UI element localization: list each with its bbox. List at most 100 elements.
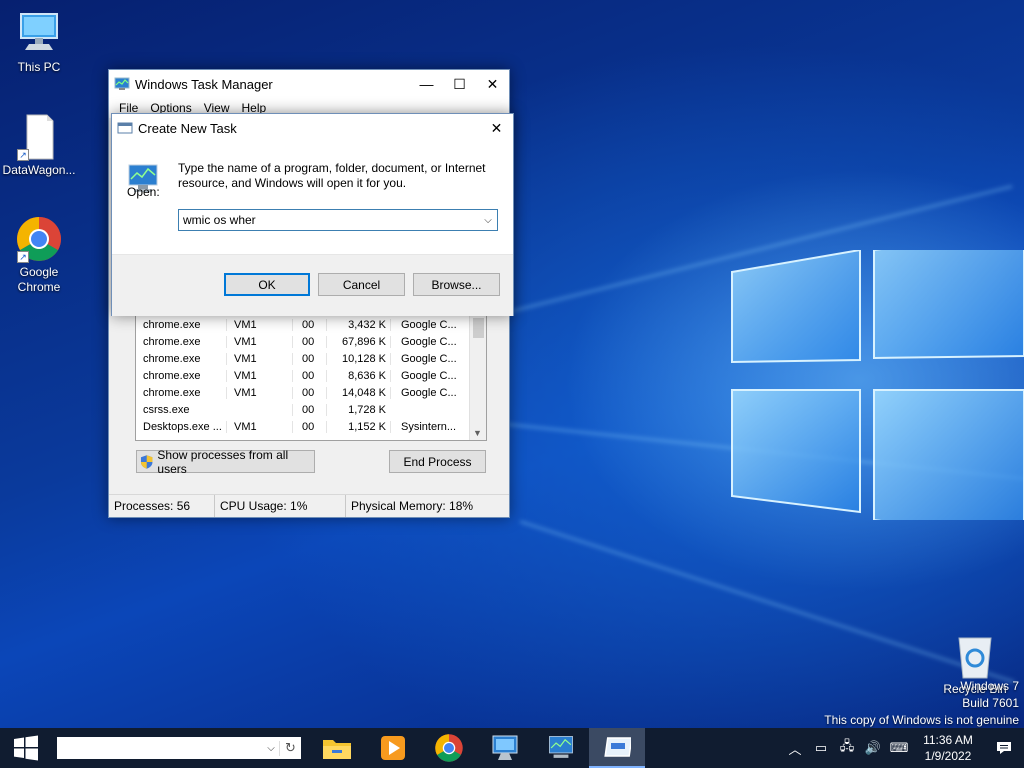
process-cpu: 00 [292, 420, 326, 433]
task-manager-icon [114, 77, 130, 90]
taskbar-address-box[interactable]: ⌵ ↻ [57, 737, 301, 759]
cancel-button[interactable]: Cancel [318, 273, 405, 296]
desktop-icon-google-chrome[interactable]: ↗ Google Chrome [0, 215, 78, 295]
task-manager-statusbar: Processes: 56 CPU Usage: 1% Physical Mem… [109, 494, 509, 517]
taskbar-clock[interactable]: 11:36 AM 1/9/2022 [912, 732, 984, 764]
chevron-down-icon[interactable]: ⌵ [263, 743, 279, 754]
recycle-bin-icon [951, 632, 999, 680]
taskbar-file-explorer[interactable] [309, 728, 365, 768]
desktop-icon-this-pc[interactable]: This PC [0, 10, 78, 75]
open-combobox[interactable]: ⌵ [178, 209, 498, 231]
browse-button[interactable]: Browse... [413, 273, 500, 296]
taskbar-remote-desktop[interactable] [477, 728, 533, 768]
notification-button[interactable] [984, 728, 1024, 768]
end-process-label: End Process [403, 454, 472, 469]
process-memory: 1,152 K [326, 420, 390, 433]
process-name: chrome.exe [143, 352, 201, 365]
process-memory: 1,728 K [326, 403, 390, 416]
dialog-description: Type the name of a program, folder, docu… [178, 161, 486, 190]
media-player-icon [381, 736, 405, 760]
shortcut-arrow-icon: ↗ [17, 149, 29, 161]
process-description: Google C... [390, 369, 466, 382]
show-all-processes-label: Show processes from all users [157, 447, 289, 476]
process-description: Google C... [390, 335, 466, 348]
process-cpu: 00 [292, 335, 326, 348]
process-cpu: 00 [292, 386, 326, 399]
ok-label: OK [258, 277, 276, 292]
windows-not-genuine-watermark: Windows 7 Build 7601 This copy of Window… [824, 678, 1019, 729]
action-center-small-icon[interactable]: ▭ [808, 740, 834, 756]
chevron-down-icon[interactable]: ⌵ [479, 215, 497, 226]
taskbar-media-player[interactable] [365, 728, 421, 768]
process-description: Sysintern... [390, 420, 466, 433]
desktop-icon-datawagon[interactable]: ↗ DataWagon... [0, 113, 78, 178]
process-name: chrome.exe [143, 335, 201, 348]
process-user: VM1 [226, 369, 292, 382]
process-cpu: 00 [292, 318, 326, 331]
table-row[interactable]: chrome.exe VM1 00 67,896 K Google C... [136, 333, 486, 350]
start-button[interactable] [0, 728, 52, 768]
table-row[interactable]: csrss.exe 00 1,728 K [136, 401, 486, 418]
taskbar-run-dialog[interactable] [589, 728, 645, 768]
watermark-line: Build 7601 [962, 696, 1019, 710]
process-cpu: 00 [292, 352, 326, 365]
scroll-down-arrow-icon[interactable]: ▼ [473, 428, 482, 438]
windows-start-icon [14, 735, 38, 761]
create-new-task-titlebar[interactable]: Create New Task ✕ [112, 114, 513, 142]
table-row[interactable]: chrome.exe VM1 00 10,128 K Google C... [136, 350, 486, 367]
refresh-icon[interactable]: ↻ [279, 740, 301, 756]
clock-time: 11:36 AM [923, 733, 973, 747]
ok-button[interactable]: OK [224, 273, 310, 296]
minimize-button[interactable]: — [410, 70, 443, 98]
table-row[interactable]: chrome.exe VM1 00 14,048 K Google C... [136, 384, 486, 401]
browse-label: Browse... [431, 277, 482, 292]
process-memory: 67,896 K [326, 335, 390, 348]
task-manager-titlebar[interactable]: Windows Task Manager — ☐ ✕ [109, 70, 509, 98]
process-list[interactable]: chrome.exe VM1 00 3,432 K Google C... ch… [135, 315, 487, 441]
table-row[interactable]: chrome.exe VM1 00 8,636 K Google C... [136, 367, 486, 384]
notification-icon [997, 742, 1011, 754]
show-all-processes-button[interactable]: Show processes from all users [136, 447, 315, 476]
table-row[interactable]: chrome.exe VM1 00 3,432 K Google C... [136, 316, 486, 333]
chrome-icon [435, 734, 463, 762]
network-icon[interactable]: 🖧 [834, 737, 860, 759]
status-processes: Processes: 56 [109, 495, 215, 517]
run-dialog-icon [117, 122, 133, 134]
close-button[interactable]: ✕ [480, 114, 513, 142]
process-memory: 10,128 K [326, 352, 390, 365]
shortcut-arrow-icon: ↗ [17, 251, 29, 263]
process-user: VM1 [226, 386, 292, 399]
table-row[interactable]: Desktops.exe ... VM1 00 1,152 K Sysinter… [136, 418, 486, 435]
process-name: chrome.exe [143, 386, 201, 399]
volume-icon[interactable]: 🔊 [860, 740, 886, 756]
clock-date: 1/9/2022 [924, 749, 972, 763]
create-new-task-title: Create New Task [138, 120, 237, 136]
maximize-button[interactable]: ☐ [443, 70, 476, 98]
process-memory: 3,432 K [326, 318, 390, 331]
taskbar: ⌵ ↻ ︿ ▭ 🖧 🔊 ⌨ 11:36 AM 1/9/2022 [0, 728, 1024, 768]
process-memory: 8,636 K [326, 369, 390, 382]
task-manager-title: Windows Task Manager [135, 76, 273, 92]
process-name: chrome.exe [143, 318, 201, 331]
end-process-button[interactable]: End Process [389, 450, 486, 473]
taskbar-chrome[interactable] [421, 728, 477, 768]
process-user: VM1 [226, 352, 292, 365]
scrollbar-thumb[interactable] [473, 318, 484, 338]
open-field-label: Open: [127, 185, 160, 199]
keyboard-icon[interactable]: ⌨ [886, 740, 912, 756]
process-user: VM1 [226, 420, 292, 433]
status-physical-memory: Physical Memory: 18% [351, 499, 474, 513]
taskbar-task-manager[interactable] [533, 728, 589, 768]
process-list-scrollbar[interactable]: ▼ [469, 316, 486, 440]
create-new-task-dialog: Create New Task ✕ Type the name of a pro… [111, 113, 514, 316]
remote-desktop-icon [492, 735, 518, 760]
chevron-up-icon[interactable]: ︿ [782, 739, 808, 758]
close-button[interactable]: ✕ [476, 70, 509, 98]
open-input[interactable] [179, 210, 479, 230]
windows-logo-wallpaper [731, 250, 1024, 520]
process-user: VM1 [226, 318, 292, 331]
taskbar-address-input[interactable] [57, 737, 263, 759]
process-user: VM1 [226, 335, 292, 348]
process-description: Google C... [390, 386, 466, 399]
desktop-icon-label: This PC [17, 60, 61, 74]
